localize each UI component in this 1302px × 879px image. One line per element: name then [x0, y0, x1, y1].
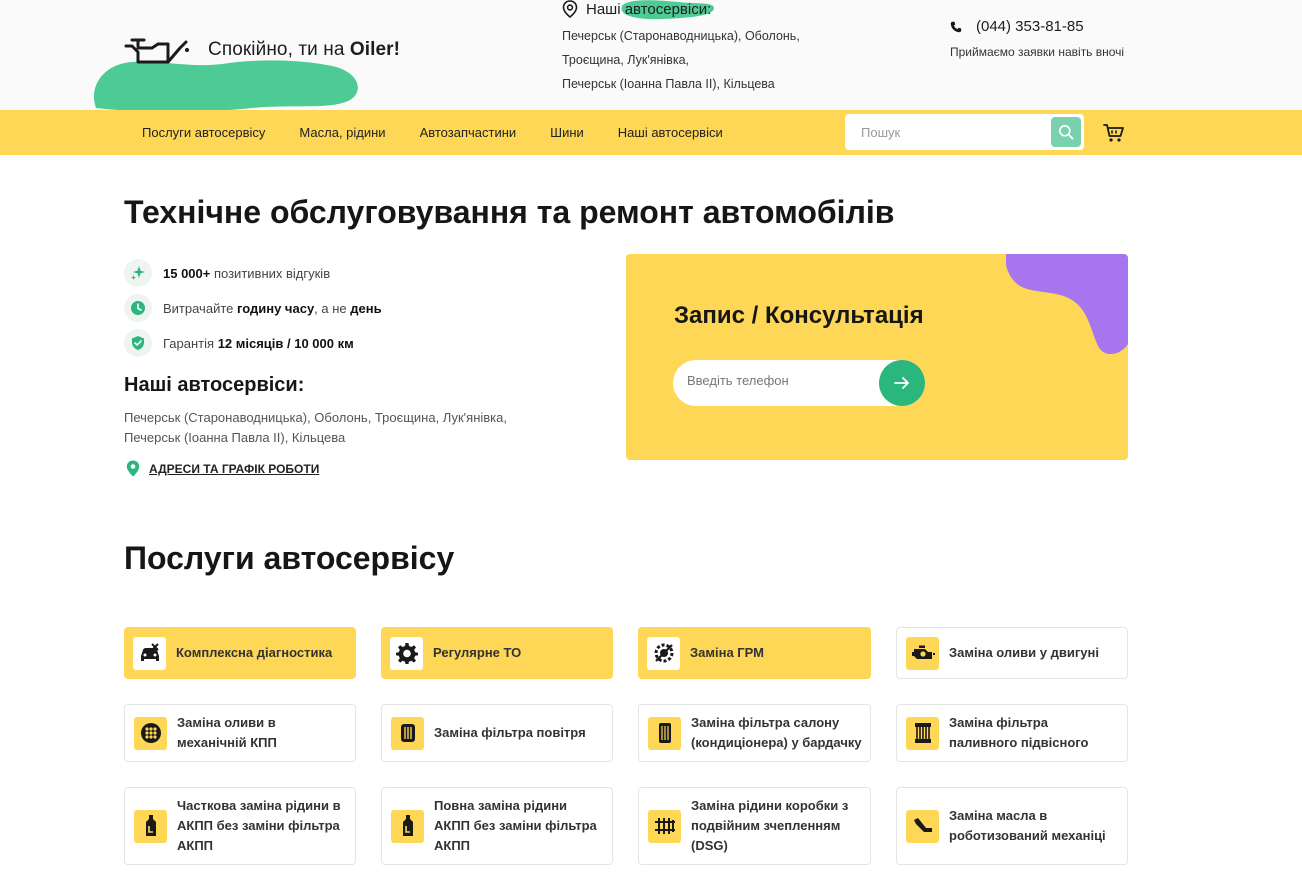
service-card-label: Часткова заміна рідини в АКПП без заміни…	[177, 798, 341, 853]
car-diagnostics-icon	[133, 636, 166, 670]
phone-icon	[950, 21, 962, 32]
service-card-robotic-oil[interactable]: Заміна масла в роботизований механіці	[896, 787, 1128, 865]
shield-check-icon	[124, 329, 152, 357]
purple-blob-decoration	[1006, 254, 1128, 354]
location-pin-icon	[562, 0, 578, 18]
locations-block: Наші автосервіси: Печерськ (Старонаводни…	[562, 0, 822, 96]
service-card-label: Заміна ГРМ	[690, 645, 764, 660]
gear-icon	[390, 636, 423, 670]
service-card-label: Заміна фільтра салону (кондиціонера) у б…	[691, 715, 862, 750]
time-bold: годину часу	[236, 300, 315, 316]
sparkle-icon	[124, 259, 152, 287]
service-card-label: Регулярне ТО	[433, 645, 522, 660]
air-filter-icon	[391, 716, 424, 750]
service-card-dsg-fluid[interactable]: Заміна рідини коробки з подвійним зчепле…	[638, 787, 871, 865]
service-card-regular-service[interactable]: Регулярне ТО	[381, 627, 613, 679]
dsg-gearbox-icon	[648, 809, 681, 843]
phone-input[interactable]	[687, 373, 867, 388]
service-card-label: Заміна оливи у двигуні	[949, 645, 1099, 660]
top-header: Спокійно, ти на Oiler! Наші автосервіси:…	[0, 0, 1302, 110]
search-icon	[1059, 125, 1074, 140]
feature-warranty: Гарантія 12 місяців / 10 000 км	[124, 328, 382, 358]
service-card-manual-gearbox-oil[interactable]: Заміна оливи в механічній КПП	[124, 704, 356, 762]
features-list: 15 000+ позитивних відгуків Витрачайте г…	[124, 258, 382, 363]
feature-reviews: 15 000+ позитивних відгуків	[124, 258, 382, 288]
time-text-pre: Витрачайте	[163, 300, 237, 316]
main-navbar: Послуги автосервісу Масла, рідини Автоза…	[0, 110, 1302, 155]
warranty-text-pre: Гарантія	[163, 335, 218, 351]
service-card-partial-atf[interactable]: Часткова заміна рідини в АКПП без заміни…	[124, 787, 356, 865]
service-card-label: Заміна фільтра повітря	[434, 725, 586, 740]
service-card-air-filter[interactable]: Заміна фільтра повітря	[381, 704, 613, 762]
nav-item-parts[interactable]: Автозапчастини	[420, 125, 517, 140]
locations-addresses: Печерськ (Старонаводницька), Оболонь, Тр…	[124, 410, 507, 445]
location-line: Печерськ (Іоанна Павла ІІ), Кільцева	[562, 77, 775, 91]
phone-block: (044) 353-81-85 Приймаємо заявки навіть …	[950, 18, 1124, 59]
clock-icon	[124, 294, 152, 322]
nav-item-tires[interactable]: Шини	[550, 125, 584, 140]
consultation-title: Запис / Консультація	[674, 302, 924, 329]
tagline-text: Спокійно, ти на	[208, 39, 350, 60]
locations-title: Наші автосервіси:	[586, 0, 712, 18]
gearbox-icon	[134, 716, 167, 750]
service-card-cabin-filter[interactable]: Заміна фільтра салону (кондиціонера) у б…	[638, 704, 871, 762]
oil-can-icon	[906, 809, 939, 843]
location-pin-icon	[126, 460, 140, 477]
timing-gear-icon	[647, 636, 680, 670]
location-line: Печерськ (Старонаводницька), Оболонь,	[562, 29, 800, 43]
time-bold-2: день	[350, 300, 382, 316]
fluid-bottle-icon	[391, 809, 424, 843]
location-line: Троєщина, Лук'янівка,	[562, 53, 689, 67]
addresses-schedule-link[interactable]: АДРЕСИ ТА ГРАФІК РОБОТИ	[149, 462, 319, 476]
service-card-diagnostics[interactable]: Комплексна діагностика	[124, 627, 356, 679]
service-card-label: Комплексна діагностика	[176, 645, 333, 660]
service-card-timing-belt[interactable]: Заміна ГРМ	[638, 627, 871, 679]
phone-field	[673, 360, 925, 406]
services-heading: Послуги автосервісу	[124, 540, 455, 576]
reviews-text: позитивних відгуків	[210, 265, 331, 281]
service-card-fuel-filter[interactable]: Заміна фільтра паливного підвісного	[896, 704, 1128, 762]
fuel-filter-icon	[906, 716, 939, 750]
service-card-full-atf[interactable]: Повна заміна рідини АКПП без заміни філь…	[381, 787, 613, 865]
service-card-label: Заміна рідини коробки з подвійним зчепле…	[691, 798, 849, 853]
locations-heading: Наші автосервіси:	[124, 374, 305, 396]
search-button[interactable]	[1051, 117, 1081, 147]
reviews-count: 15 000+	[163, 265, 211, 281]
service-card-label: Заміна фільтра паливного підвісного	[949, 715, 1089, 750]
arrow-right-icon	[894, 377, 909, 389]
cabin-filter-icon	[648, 716, 681, 750]
consultation-card: Запис / Консультація	[626, 254, 1128, 460]
oil-can-logo-icon	[124, 38, 189, 64]
search-box	[845, 114, 1084, 150]
fluid-bottle-icon	[134, 809, 167, 843]
brand-name: Oiler!	[349, 39, 401, 60]
nav-item-services[interactable]: Послуги автосервісу	[142, 125, 265, 140]
page-title: Технічне обслуговування та ремонт автомо…	[124, 194, 895, 230]
service-card-label: Заміна масла в роботизований механіці	[949, 808, 1106, 843]
phone-number[interactable]: (044) 353-81-85	[976, 18, 1084, 35]
warranty-bold: 12 місяців / 10 000 км	[217, 335, 354, 351]
service-card-engine-oil[interactable]: Заміна оливи у двигуні	[896, 627, 1128, 679]
nav-item-oils[interactable]: Масла, рідини	[299, 125, 385, 140]
logo[interactable]: Спокійно, ти на Oiler!	[124, 34, 400, 66]
feature-time: Витрачайте годину часу, а не день	[124, 293, 382, 323]
time-text-mid: , а не	[314, 300, 351, 316]
engine-oil-icon	[906, 636, 939, 670]
service-card-label: Заміна оливи в механічній КПП	[177, 715, 277, 750]
cart-icon[interactable]	[1103, 122, 1125, 144]
submit-phone-button[interactable]	[879, 360, 925, 406]
nav-item-locations[interactable]: Наші автосервіси	[618, 125, 723, 140]
service-card-label: Повна заміна рідини АКПП без заміни філь…	[434, 798, 597, 853]
addresses-link-row: АДРЕСИ ТА ГРАФІК РОБОТИ	[126, 460, 319, 477]
phone-note: Приймаємо заявки навіть вночі	[950, 45, 1125, 59]
search-input[interactable]	[861, 124, 1041, 140]
